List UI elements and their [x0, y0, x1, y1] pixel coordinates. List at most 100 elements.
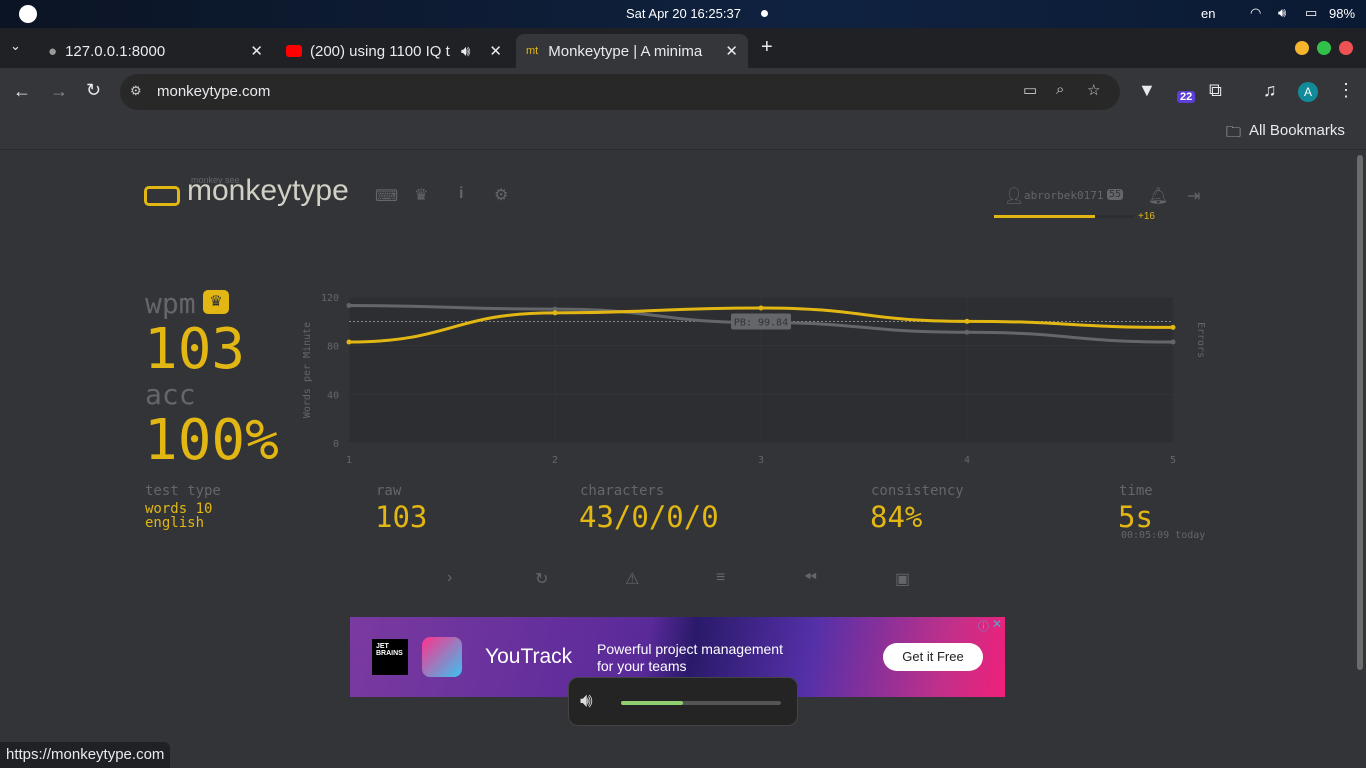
x-tick-label: 3 — [758, 455, 764, 466]
data-point-raw — [964, 329, 970, 335]
y-tick-label: 80 — [327, 342, 339, 353]
consistency-value: 84% — [870, 500, 923, 534]
address-bar[interactable]: ⚙ monkeytype.com ▭ ⌕ ☆ — [120, 74, 1120, 110]
forward-icon[interactable]: → — [50, 81, 68, 102]
ad-line-2: for your teams — [597, 658, 687, 674]
extensions-puzzle-icon[interactable]: ⧉ — [1209, 80, 1222, 101]
x-tick-label: 2 — [552, 455, 558, 466]
x-tick-label: 4 — [964, 455, 970, 466]
wifi-icon[interactable]: ◠ — [1250, 5, 1261, 21]
minimize-button[interactable] — [1295, 41, 1309, 55]
tab-strip: ⌄ ● 127.0.0.1:8000 ✕ (200) using 1100 IQ… — [0, 28, 1366, 68]
y-tick-label: 0 — [333, 439, 339, 450]
xp-bar-fill — [994, 215, 1095, 218]
ad-line-1: Powerful project management — [597, 641, 783, 657]
acc-label: acc — [145, 378, 196, 411]
restart-icon[interactable]: ↻ — [535, 569, 548, 589]
monkeytype-logo-icon[interactable] — [144, 186, 180, 206]
language-indicator[interactable]: en — [1201, 6, 1215, 21]
y-tick-label: 40 — [327, 390, 339, 401]
y-axis-label: Words per Minute — [302, 322, 313, 418]
report-warning-icon[interactable]: ⚠ — [625, 569, 639, 589]
tab-monkeytype[interactable]: mt Monkeytype | A minima ✕ — [516, 34, 748, 68]
personal-best-crown-icon: ♛ — [203, 290, 229, 314]
audio-playing-icon[interactable]: 🔊︎ — [461, 43, 470, 60]
extension-badge[interactable]: 22 — [1177, 91, 1196, 103]
username[interactable]: abrorbek0171 — [1024, 189, 1103, 202]
y-tick-label: 120 — [321, 293, 339, 304]
time-value: 5s — [1118, 500, 1153, 534]
download-icon[interactable]: ▼ — [1138, 80, 1156, 101]
ad-product: YouTrack — [485, 645, 573, 668]
ubuntu-logo-icon[interactable] — [19, 5, 37, 23]
ad-cta-button[interactable]: Get it Free — [883, 643, 983, 671]
media-control-icon[interactable]: ♫ — [1263, 80, 1277, 101]
keyboard-icon[interactable]: ⌨ — [375, 186, 398, 206]
folder-icon: 🗀 — [1226, 124, 1242, 141]
volume-icon[interactable]: 🔊︎ — [1278, 5, 1286, 21]
test-type-label: test type — [145, 483, 221, 499]
zoom-icon[interactable]: ⌕ — [1056, 81, 1064, 98]
volume-slider[interactable] — [621, 701, 781, 705]
ad-info-icon[interactable]: ⓘ — [978, 618, 989, 634]
raw-label: raw — [376, 483, 402, 499]
close-tab-icon[interactable]: ✕ — [725, 42, 738, 60]
raw-value: 103 — [375, 500, 428, 534]
back-icon[interactable]: ← — [13, 81, 31, 102]
profile-avatar[interactable]: A — [1298, 82, 1318, 102]
test-type-language: english — [145, 515, 205, 531]
x-tick-label: 5 — [1170, 455, 1176, 466]
close-tab-icon[interactable]: ✕ — [250, 42, 263, 60]
logo-text[interactable]: monkeytype — [187, 174, 349, 208]
all-bookmarks-button[interactable]: 🗀 All Bookmarks — [1226, 122, 1345, 147]
maximize-button[interactable] — [1317, 41, 1331, 55]
battery-percent: 98% — [1329, 6, 1356, 21]
next-test-icon[interactable]: › — [447, 569, 452, 587]
os-top-bar: Sat Apr 20 16:25:37 en ◠ 🔊︎ ▭ 98% — [0, 0, 1366, 28]
reload-icon[interactable]: ↻ — [86, 80, 101, 101]
globe-icon: ● — [48, 42, 58, 60]
youtrack-logo-icon — [422, 637, 462, 677]
x-tick-label: 1 — [346, 455, 352, 466]
info-icon[interactable]: i — [459, 185, 463, 203]
ad-close-icon[interactable]: ✕ — [992, 617, 1002, 631]
url-text[interactable]: monkeytype.com — [157, 83, 270, 100]
data-point-wpm — [346, 339, 352, 345]
bookmark-star-icon[interactable]: ☆ — [1087, 81, 1100, 99]
crown-leaderboard-icon[interactable]: ♛ — [414, 185, 428, 205]
replay-icon[interactable]: ⏪︎ — [804, 569, 817, 587]
battery-icon[interactable]: ▭ — [1305, 5, 1317, 21]
bookmarks-bar: 🗀 All Bookmarks — [0, 116, 1366, 150]
youtube-icon — [286, 45, 302, 57]
monkeytype-favicon-icon: mt — [526, 45, 539, 57]
tab-youtube[interactable]: (200) using 1100 IQ t 🔊︎ ✕ — [276, 34, 512, 68]
install-app-icon[interactable]: ▭ — [1023, 81, 1037, 99]
menu-kebab-icon[interactable]: ⋮ — [1337, 80, 1355, 101]
settings-gear-icon[interactable]: ⚙ — [494, 185, 508, 205]
close-window-button[interactable] — [1339, 41, 1353, 55]
data-point-wpm — [964, 318, 970, 324]
close-tab-icon[interactable]: ✕ — [489, 42, 502, 60]
screenshot-icon[interactable]: ▣ — [895, 569, 910, 589]
user-icon[interactable]: 👤︎ — [1004, 186, 1024, 206]
site-info-icon[interactable]: ⚙ — [130, 83, 142, 99]
notifications-bell-icon[interactable]: 🔔︎ — [1148, 186, 1168, 206]
speaker-icon: 🔊︎ — [580, 690, 593, 712]
wpm-chart[interactable]: 0 40 80 120 1 2 3 4 5 Words per Minute Errors PB: 9… — [290, 285, 1220, 470]
new-tab-button[interactable]: + — [761, 36, 773, 59]
consistency-label: consistency — [871, 483, 964, 499]
level-badge: 55 — [1107, 189, 1124, 200]
data-point-wpm — [1170, 324, 1176, 330]
notification-dot-icon — [761, 10, 768, 17]
logout-icon[interactable]: ⇥ — [1187, 186, 1200, 206]
y2-axis-label: Errors — [1195, 322, 1206, 358]
time-label: time — [1119, 483, 1153, 499]
data-point-wpm — [758, 305, 764, 311]
page-scrollbar[interactable] — [1357, 155, 1363, 670]
clock[interactable]: Sat Apr 20 16:25:37 — [626, 6, 741, 21]
tab-localhost[interactable]: ● 127.0.0.1:8000 ✕ — [38, 34, 273, 68]
tab-search-button[interactable]: ⌄ — [10, 38, 21, 54]
pb-label: PB: 99.84 — [734, 318, 788, 329]
words-history-icon[interactable]: ≡ — [716, 569, 725, 587]
jetbrains-logo: JET BRAINS — [372, 639, 408, 675]
